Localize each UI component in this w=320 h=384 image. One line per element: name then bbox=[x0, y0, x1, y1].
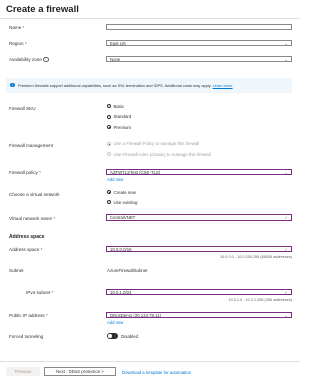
availability-zone-value: None bbox=[110, 56, 121, 62]
radio-icon bbox=[107, 200, 111, 205]
radio-selected-icon bbox=[107, 141, 111, 146]
add-new-policy-link[interactable]: Add new bbox=[107, 177, 123, 182]
management-policy-radio: Use a Firewall Policy to manage this fir… bbox=[107, 141, 199, 146]
radio-icon bbox=[107, 152, 111, 157]
add-new-public-ip-link[interactable]: Add new bbox=[107, 320, 123, 325]
sku-basic-radio[interactable]: Basic bbox=[107, 104, 124, 109]
name-label: Name * bbox=[9, 25, 25, 30]
firewall-management-label: Firewall management bbox=[9, 143, 53, 148]
radio-icon bbox=[107, 114, 111, 119]
chevron-down-icon: ⌄ bbox=[284, 40, 288, 46]
firewall-policy-dropdown[interactable]: AZFWTLSTest (CXE-TLS) ⌄ bbox=[106, 168, 292, 175]
radio-selected-icon bbox=[107, 190, 111, 195]
address-space-label: Address space * bbox=[9, 247, 43, 252]
name-input[interactable] bbox=[106, 23, 292, 30]
chevron-down-icon: ⌄ bbox=[284, 56, 288, 62]
availability-zone-label: Availability zone i bbox=[9, 57, 49, 63]
footer-divider bbox=[0, 361, 300, 362]
sku-standard-radio[interactable]: Standard bbox=[107, 114, 131, 119]
forced-tunneling-toggle[interactable] bbox=[107, 333, 118, 339]
page-title: Create a firewall bbox=[6, 4, 79, 15]
checkmark-icon: ✓ bbox=[284, 246, 288, 252]
banner-text: Premium firewalls support additional cap… bbox=[18, 83, 233, 88]
radio-icon bbox=[107, 104, 111, 109]
forced-tunneling-label: Forced tunneling bbox=[9, 334, 44, 339]
download-template-link[interactable]: Download a template for automation bbox=[122, 370, 191, 375]
virtual-network-label: Choose a virtual network bbox=[9, 192, 60, 197]
ipv4-subnet-label: IPv4 subnet * bbox=[26, 290, 54, 295]
vnet-name-value: CentralVNET bbox=[110, 215, 136, 220]
public-ip-dropdown[interactable]: DDosDemo (20.124.78.11) ⌄ bbox=[106, 311, 292, 318]
vnet-name-input[interactable]: CentralVNET ✓ bbox=[106, 214, 292, 221]
toggle-knob bbox=[108, 334, 112, 338]
public-ip-label: Public IP address * bbox=[9, 313, 48, 318]
premium-info-banner: i Premium firewalls support additional c… bbox=[6, 78, 292, 93]
header-divider bbox=[0, 18, 300, 19]
learn-more-link[interactable]: Learn more bbox=[213, 83, 233, 88]
address-space-section-title: Address space bbox=[9, 234, 45, 240]
next-button[interactable]: Next : DDoS protection > bbox=[44, 367, 116, 376]
subnet-name-value: AzureFirewallSubnet bbox=[107, 268, 148, 273]
previous-button[interactable]: Previous bbox=[6, 367, 40, 376]
info-icon: i bbox=[43, 57, 49, 63]
firewall-policy-value: AZFWTLSTest (CXE-TLS) bbox=[110, 169, 161, 175]
chevron-down-icon: ⌄ bbox=[284, 312, 288, 318]
chevron-down-icon: ⌄ bbox=[284, 169, 288, 175]
address-space-value: 10.0.0.0/16 bbox=[110, 246, 132, 252]
management-classic-radio: Use Firewall rules (classic) to manage t… bbox=[107, 152, 211, 157]
address-space-input[interactable]: 10.0.0.0/16 ✓ bbox=[106, 245, 292, 252]
info-icon: i bbox=[10, 82, 15, 87]
sku-premium-radio[interactable]: Premium bbox=[107, 125, 131, 130]
public-ip-value: DDosDemo (20.124.78.11) bbox=[110, 312, 162, 318]
ipv4-subnet-range-hint: 10.0.1.0 - 10.0.1.255 (256 addresses) bbox=[228, 298, 292, 302]
ipv4-subnet-value: 10.0.1.0/24 bbox=[110, 289, 132, 295]
checkmark-icon: ✓ bbox=[284, 215, 288, 220]
availability-zone-dropdown[interactable]: None ⌄ bbox=[106, 55, 292, 62]
region-label: Region * bbox=[9, 41, 27, 46]
checkmark-icon: ✓ bbox=[284, 289, 288, 295]
forced-tunneling-state: Disabled bbox=[121, 333, 139, 339]
region-dropdown[interactable]: East US ⌄ bbox=[106, 39, 292, 46]
region-value: East US bbox=[110, 40, 126, 46]
ipv4-subnet-input[interactable]: 10.0.1.0/24 ✓ bbox=[106, 288, 292, 295]
firewall-policy-label: Firewall policy * bbox=[9, 170, 41, 175]
subnet-label: Subnet bbox=[9, 268, 24, 273]
vnet-use-existing-radio[interactable]: Use existing bbox=[107, 200, 137, 205]
address-space-range-hint: 10.0.0.0 - 10.0.255.255 (65536 addresses… bbox=[220, 255, 292, 259]
firewall-sku-label: Firewall SKU bbox=[9, 106, 36, 111]
vnet-create-new-radio[interactable]: Create new bbox=[107, 190, 136, 195]
radio-selected-icon bbox=[107, 125, 111, 130]
vnet-name-label: Virtual network name * bbox=[9, 215, 56, 221]
